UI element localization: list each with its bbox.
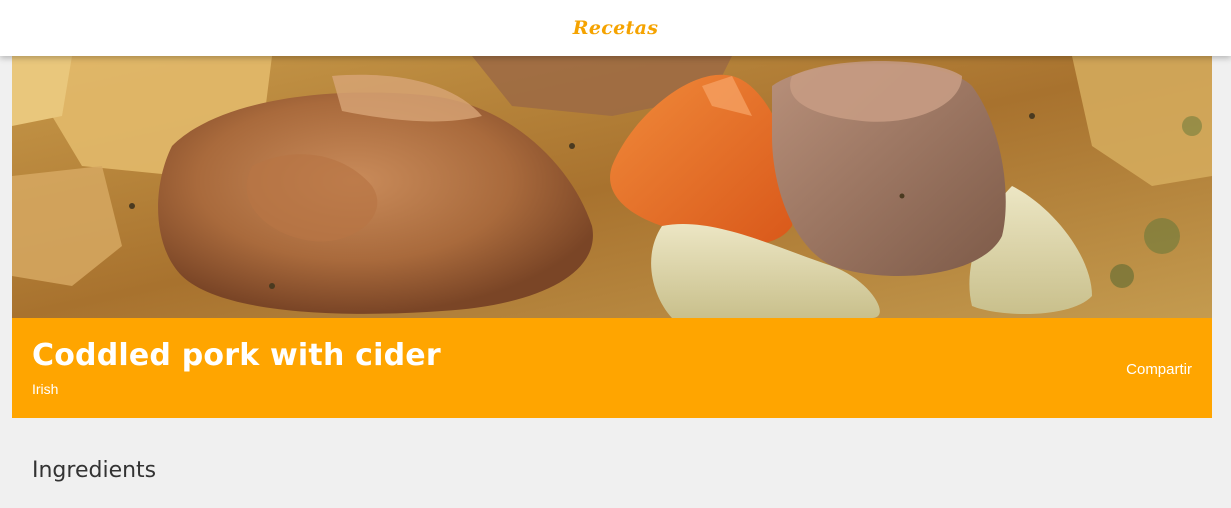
stew-photo-illustration [12,56,1212,318]
recipe-title: Coddled pork with cider [32,338,441,373]
top-app-bar: Recetas [0,0,1231,56]
recipe-cuisine-label: Irish [32,381,59,397]
ingredients-heading: Ingredients [32,458,157,483]
recipe-card: Coddled pork with cider Irish Compartir [12,56,1212,418]
share-button[interactable]: Compartir [1126,361,1192,378]
recipe-title-band: Coddled pork with cider Irish Compartir [12,318,1212,418]
recipe-hero-image [12,56,1212,318]
brand-logo-text[interactable]: Recetas [573,17,658,39]
